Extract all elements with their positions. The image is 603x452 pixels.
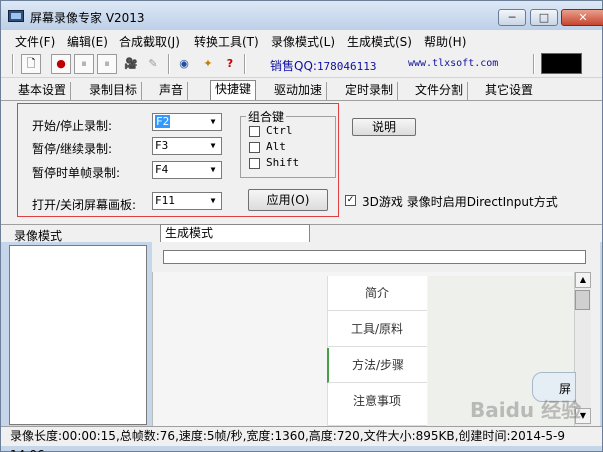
canvas-toggle-hotkey-select[interactable]: F11 ▼ [152,192,222,210]
tab-file-split[interactable]: 文件分割 [411,82,469,100]
chevron-down-icon: ▼ [210,141,216,150]
tab-driver-accel[interactable]: 驱动加速 [270,82,328,100]
start-stop-hotkey-value: F2 [155,115,171,128]
shift-checkbox[interactable] [249,158,260,169]
record-mode-label: 录像模式 [14,229,63,243]
toolbar-grip [12,54,14,74]
tab-basic-settings[interactable]: 基本设置 [14,82,72,100]
sales-qq: 销售QQ:178046113 [270,57,377,74]
single-frame-hotkey-value: F4 [155,163,169,176]
directinput-label: 3D游戏 录像时启用DirectInput方式 [362,195,558,209]
menu-generate-mode[interactable]: 生成模式(S) [347,33,412,50]
wizard-icon[interactable]: ✦ [198,54,218,74]
tab-record-target[interactable]: 录制目标 [85,82,143,100]
toolbar-separator [168,54,170,74]
tab-scheduled-record[interactable]: 定时录制 [341,82,399,100]
close-button[interactable]: ✕ [561,9,603,26]
nav-intro[interactable]: 简介 [327,276,427,311]
chevron-down-icon: ▼ [210,117,216,126]
progress-slider[interactable] [163,250,586,264]
toolbar-separator [533,54,535,74]
window-title: 屏幕录像专家 V2013 [30,11,145,25]
alt-label: Alt [266,140,286,153]
menu-edit[interactable]: 编辑(E) [67,33,108,50]
ctrl-checkbox[interactable] [249,126,260,137]
menu-help[interactable]: 帮助(H) [424,33,466,50]
pause-icon[interactable]: ⏸ [74,54,94,74]
pause-resume-hotkey-select[interactable]: F3 ▼ [152,137,222,155]
maximize-button[interactable]: □ [530,9,558,26]
menu-record-mode[interactable]: 录像模式(L) [271,33,335,50]
chevron-down-icon: ▼ [210,196,216,205]
apply-button[interactable]: 应用(O) [248,189,328,211]
sales-qq-number: 178046113 [316,60,377,73]
single-frame-hotkey-select[interactable]: F4 ▼ [152,161,222,179]
scroll-thumb[interactable] [575,290,590,310]
menu-convert[interactable]: 转换工具(T) [194,33,259,50]
canvas-toggle-hotkey-value: F11 [155,194,175,207]
canvas-toggle-label: 打开/关闭屏幕画板: [32,198,137,212]
website-url[interactable]: www.tlxsoft.com [408,58,498,69]
alt-checkbox[interactable] [249,142,260,153]
record-list-pane[interactable] [9,245,147,425]
nav-steps[interactable]: 方法/步骤 [327,348,427,383]
single-frame-label: 暂停时单帧录制: [32,166,121,180]
modifier-group-title: 组合键 [246,108,287,125]
shift-label: Shift [266,156,300,169]
menu-compose[interactable]: 合成截取(J) [119,33,180,50]
toolbar-separator [244,54,246,74]
globe-icon[interactable]: ◉ [174,54,194,74]
help-icon[interactable]: ? [220,54,240,74]
status-bar: 录像长度:00:00:15,总帧数:76,速度:5帧/秒,宽度:1360,高度:… [1,426,602,452]
nav-tools[interactable]: 工具/原料 [327,312,427,347]
watermark: Baidu 经验 [470,398,582,422]
new-icon[interactable]: 🗋 [21,54,41,74]
preview-box [541,53,582,74]
pause-resume-hotkey-value: F3 [155,139,169,152]
start-stop-hotkey-select[interactable]: F2 ▼ [152,113,222,131]
ctrl-label: Ctrl [266,124,293,137]
brush-icon[interactable]: ✎ [143,54,163,74]
generate-mode-tab[interactable]: 生成模式 [160,224,310,242]
chevron-down-icon: ▼ [210,165,216,174]
menu-file[interactable]: 文件(F) [15,33,55,50]
start-stop-label: 开始/停止录制: [32,119,113,133]
pause-resume-label: 暂停/继续录制: [32,142,113,156]
tab-other-settings[interactable]: 其它设置 [481,82,537,100]
sales-qq-label: 销售QQ: [270,59,317,73]
directinput-checkbox[interactable]: ✓ [345,195,356,206]
nav-notes[interactable]: 注意事项 [327,384,427,426]
minimize-button[interactable]: ─ [498,9,526,26]
record-icon[interactable]: ● [51,54,71,74]
pause2-icon[interactable]: ⏸ [97,54,117,74]
app-icon [8,10,24,22]
camera-icon[interactable]: 🎥 [121,54,141,74]
explain-button[interactable]: 说明 [352,118,416,136]
scroll-up-icon[interactable]: ▲ [575,272,591,288]
tab-sound[interactable]: 声音 [155,82,189,100]
tab-hotkeys[interactable]: 快捷键 [210,80,257,101]
